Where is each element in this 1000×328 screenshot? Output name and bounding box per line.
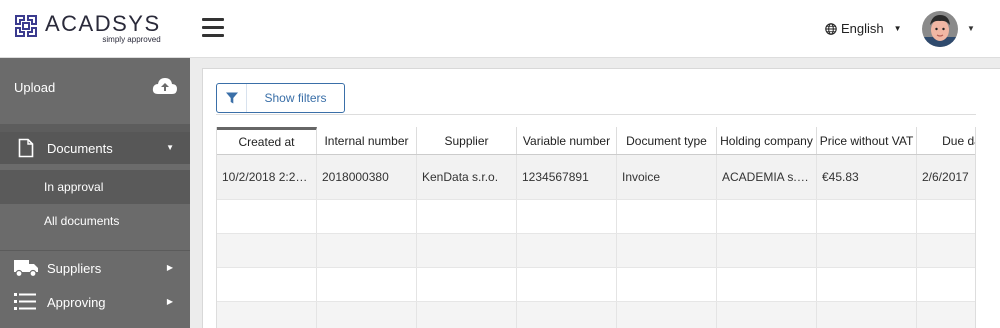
chevron-right-icon: ▶ xyxy=(166,297,173,306)
table-row[interactable]: 10/2/2018 2:23 PM 2018000380 KenData s.r… xyxy=(217,155,975,200)
table-header: Created at Internal number Supplier Vari… xyxy=(217,127,975,155)
column-header-document-type[interactable]: Document type xyxy=(617,127,717,154)
table-cell: ACADEMIA s.r.o. xyxy=(717,155,817,199)
table-row-empty xyxy=(217,268,975,302)
table-cell: 1234567891 xyxy=(517,155,617,199)
table-cell: 2/6/2017 xyxy=(917,155,975,199)
table-cell: 2018000380 xyxy=(317,155,417,199)
show-filters-label: Show filters xyxy=(264,91,327,105)
logo[interactable]: ACADSYS simply approved xyxy=(13,13,161,44)
user-menu-caret-icon[interactable]: ▼ xyxy=(967,24,975,33)
sidebar-item-suppliers[interactable]: Suppliers ▶ xyxy=(0,251,190,285)
panel-divider xyxy=(216,114,976,115)
sidebar-item-label: Approving xyxy=(47,294,106,310)
sidebar-subitem-in-approval[interactable]: In approval xyxy=(0,170,190,204)
sidebar-subitem-label: In approval xyxy=(44,180,104,194)
user-avatar-icon xyxy=(922,11,958,47)
table-row-empty xyxy=(217,234,975,268)
brand-tagline: simply approved xyxy=(102,35,161,44)
chevron-down-icon: ▼ xyxy=(166,143,174,152)
table-row-empty xyxy=(217,302,975,328)
sidebar-item-approving[interactable]: Approving ▶ xyxy=(0,285,190,319)
sidebar-item-upload[interactable]: Upload xyxy=(0,58,190,116)
list-icon xyxy=(14,293,36,310)
document-icon xyxy=(18,138,34,158)
documents-table: Created at Internal number Supplier Vari… xyxy=(216,127,976,328)
column-header-price-without-vat[interactable]: Price without VAT xyxy=(817,127,917,154)
column-header-internal-number[interactable]: Internal number xyxy=(317,127,417,154)
column-header-variable-number[interactable]: Variable number xyxy=(517,127,617,154)
top-bar: ACADSYS simply approved English ▼ ▼ xyxy=(0,0,1000,58)
sidebar-item-label: Suppliers xyxy=(47,260,102,276)
sidebar-item-label: Documents xyxy=(47,140,113,156)
language-label: English xyxy=(841,21,884,36)
avatar[interactable] xyxy=(922,11,958,47)
logo-mark-icon xyxy=(15,15,37,37)
table-row-empty xyxy=(217,200,975,234)
truck-icon xyxy=(14,260,38,278)
cloud-upload-icon xyxy=(152,78,177,94)
hamburger-icon[interactable] xyxy=(202,18,224,38)
globe-icon xyxy=(825,22,837,35)
table-cell: KenData s.r.o. xyxy=(417,155,517,199)
sidebar-subitem-all-documents[interactable]: All documents xyxy=(0,204,190,238)
chevron-right-icon: ▶ xyxy=(166,263,173,272)
column-header-created-at[interactable]: Created at xyxy=(217,127,317,154)
column-header-supplier[interactable]: Supplier xyxy=(417,127,517,154)
sidebar: Upload Documents ▼ In approval All docum… xyxy=(0,58,190,328)
table-cell: €45.83 xyxy=(817,155,917,199)
filter-icon xyxy=(225,92,238,104)
chevron-down-icon: ▼ xyxy=(893,24,902,33)
sidebar-subitem-label: All documents xyxy=(44,214,120,228)
table-cell: Invoice xyxy=(617,155,717,199)
language-selector[interactable]: English ▼ xyxy=(825,21,902,36)
show-filters-button[interactable]: Show filters xyxy=(216,83,345,113)
column-header-holding-company[interactable]: Holding company xyxy=(717,127,817,154)
brand-name: ACADSYS xyxy=(45,11,161,36)
documents-panel: Show filters Created at Internal number … xyxy=(202,68,1000,328)
sidebar-separator xyxy=(0,124,190,132)
sidebar-item-label: Upload xyxy=(14,79,56,95)
sidebar-item-documents[interactable]: Documents ▼ xyxy=(0,132,190,164)
table-cell: 10/2/2018 2:23 PM xyxy=(217,155,317,199)
column-header-due-date[interactable]: Due date xyxy=(917,127,975,154)
